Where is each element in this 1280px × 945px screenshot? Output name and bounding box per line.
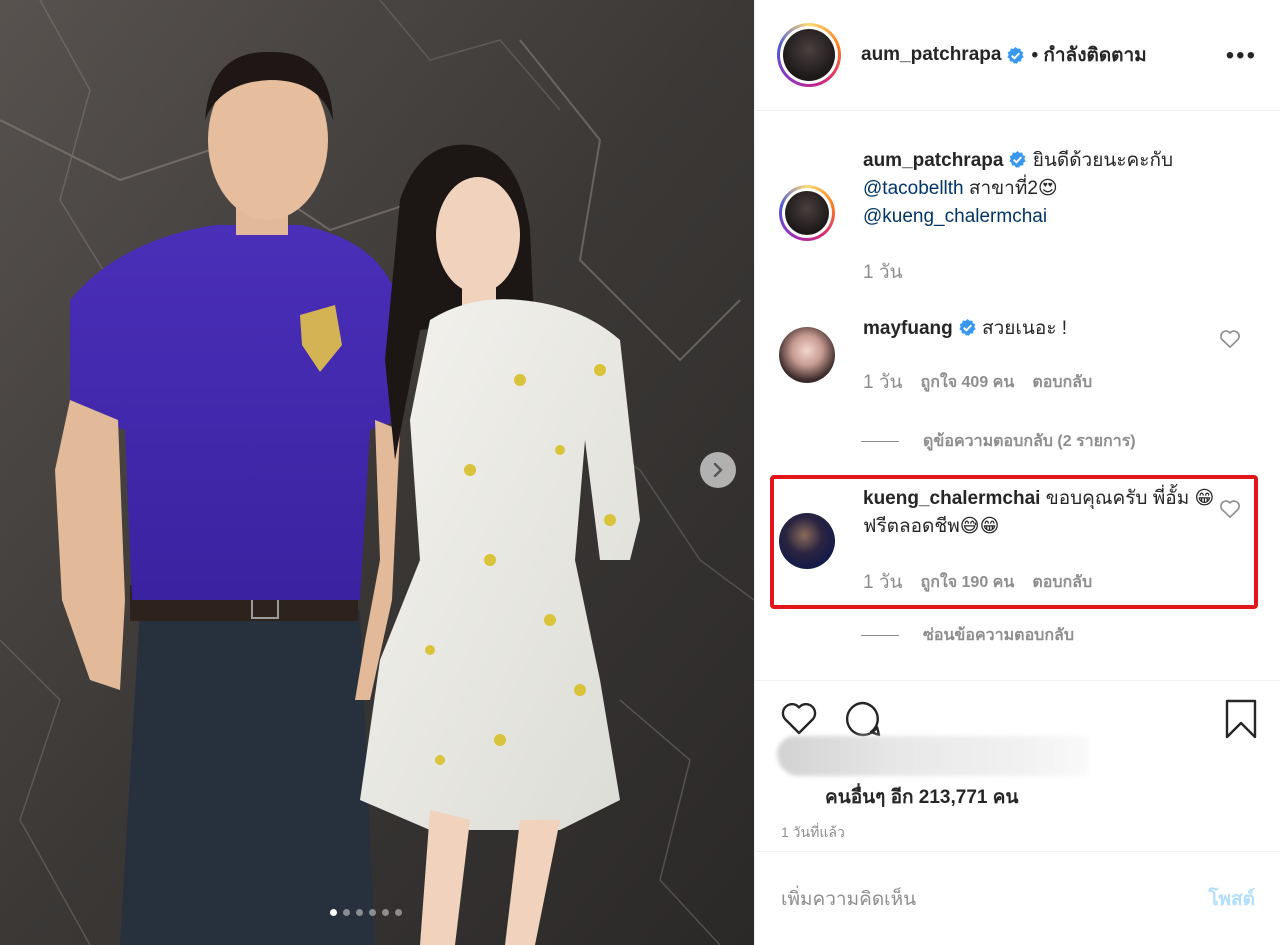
comment-meta: 1 วัน ถูกใจ 409 คน ตอบกลับ xyxy=(863,367,1092,397)
comment-likes[interactable]: ถูกใจ 409 คน xyxy=(921,370,1015,395)
post-timestamp[interactable]: 1 วันที่แล้ว xyxy=(781,822,845,844)
carousel-dot xyxy=(369,909,376,916)
comment-input[interactable]: เพิ่มความคิดเห็น xyxy=(781,884,1208,914)
comment-body: สวยเนอะ ! xyxy=(982,318,1068,339)
hide-replies-button[interactable]: ซ่อนข้อความตอบกลับ xyxy=(861,623,1074,648)
replies-divider xyxy=(861,441,899,442)
verified-badge-icon xyxy=(959,318,976,336)
view-replies-button[interactable]: ดูข้อความตอบกลับ (2 รายการ) xyxy=(861,429,1136,454)
comment-meta: 1 วัน xyxy=(863,257,903,287)
verified-badge-icon xyxy=(1009,150,1027,168)
photo-image xyxy=(0,0,754,945)
carousel-dot xyxy=(330,909,337,916)
comment-likes[interactable]: ถูกใจ 190 คน xyxy=(921,570,1015,595)
comment-text: kueng_chalermchai ขอบคุณครับ พี่อั้ม 😁ฟร… xyxy=(863,485,1223,541)
comment-text: aum_patchrapa ยินดีด้วยนะคะกับ @tacobell… xyxy=(863,147,1223,231)
comment-time[interactable]: 1 วัน xyxy=(863,567,903,597)
comment-bubble-icon[interactable] xyxy=(843,699,883,739)
verified-badge-icon xyxy=(1007,46,1025,64)
comment-username[interactable]: kueng_chalermchai xyxy=(863,488,1040,509)
post-actions: คนอื่นๆ อีก 213,771 คน 1 วันที่แล้ว xyxy=(755,682,1280,852)
likes-count[interactable]: คนอื่นๆ อีก 213,771 คน xyxy=(825,782,1018,812)
view-replies-label: ดูข้อความตอบกลับ (2 รายการ) xyxy=(923,433,1136,450)
post-header: aum_patchrapa • กำลังติดตาม ••• xyxy=(755,0,1280,111)
post-comment-button[interactable]: โพสต์ xyxy=(1208,884,1255,914)
carousel-dot xyxy=(395,909,402,916)
author-username[interactable]: aum_patchrapa xyxy=(861,44,1001,66)
bookmark-icon[interactable] xyxy=(1221,699,1261,739)
add-comment-bar: เพิ่มความคิดเห็น โพสต์ xyxy=(755,852,1280,945)
hide-replies-label: ซ่อนข้อความตอบกลับ xyxy=(923,627,1074,644)
comments-list: aum_patchrapa ยินดีด้วยนะคะกับ @tacobell… xyxy=(755,111,1280,681)
comment-body: ยินดีด้วยนะคะกับ xyxy=(1032,150,1174,171)
carousel-dot xyxy=(382,909,389,916)
carousel-dot xyxy=(343,909,350,916)
post-photo[interactable] xyxy=(0,0,754,945)
replies-divider xyxy=(861,635,899,636)
comment-body: สาขาที่2😍 xyxy=(963,178,1058,199)
carousel-indicator xyxy=(330,909,402,916)
reply-button[interactable]: ตอบกลับ xyxy=(1032,570,1092,595)
comment-username[interactable]: mayfuang xyxy=(863,318,953,339)
comment-time[interactable]: 1 วัน xyxy=(863,257,903,287)
carousel-dot xyxy=(356,909,363,916)
chevron-right-icon xyxy=(713,463,723,477)
like-heart-icon[interactable] xyxy=(779,699,819,739)
post-details-panel: aum_patchrapa • กำลังติดตาม ••• aum_patc… xyxy=(754,0,1280,945)
reply-button[interactable]: ตอบกลับ xyxy=(1032,370,1092,395)
more-options-icon[interactable]: ••• xyxy=(1226,42,1257,70)
comment-text: mayfuang สวยเนอะ ! xyxy=(863,315,1223,343)
comment-time[interactable]: 1 วัน xyxy=(863,367,903,397)
comment-meta: 1 วัน ถูกใจ 190 คน ตอบกลับ xyxy=(863,567,1092,597)
like-comment-heart-icon[interactable] xyxy=(1219,499,1241,519)
mention-link[interactable]: @kueng_chalermchai xyxy=(863,206,1047,227)
follow-status[interactable]: • กำลังติดตาม xyxy=(1031,40,1146,70)
avatar[interactable] xyxy=(779,327,835,383)
avatar[interactable] xyxy=(779,185,835,241)
blurred-likers xyxy=(777,736,1089,776)
next-photo-button[interactable] xyxy=(700,452,736,488)
mention-link[interactable]: @tacobellth xyxy=(863,178,964,199)
avatar[interactable] xyxy=(779,513,835,569)
like-comment-heart-icon[interactable] xyxy=(1219,329,1241,349)
comment-username[interactable]: aum_patchrapa xyxy=(863,150,1003,171)
author-avatar[interactable] xyxy=(777,23,841,87)
